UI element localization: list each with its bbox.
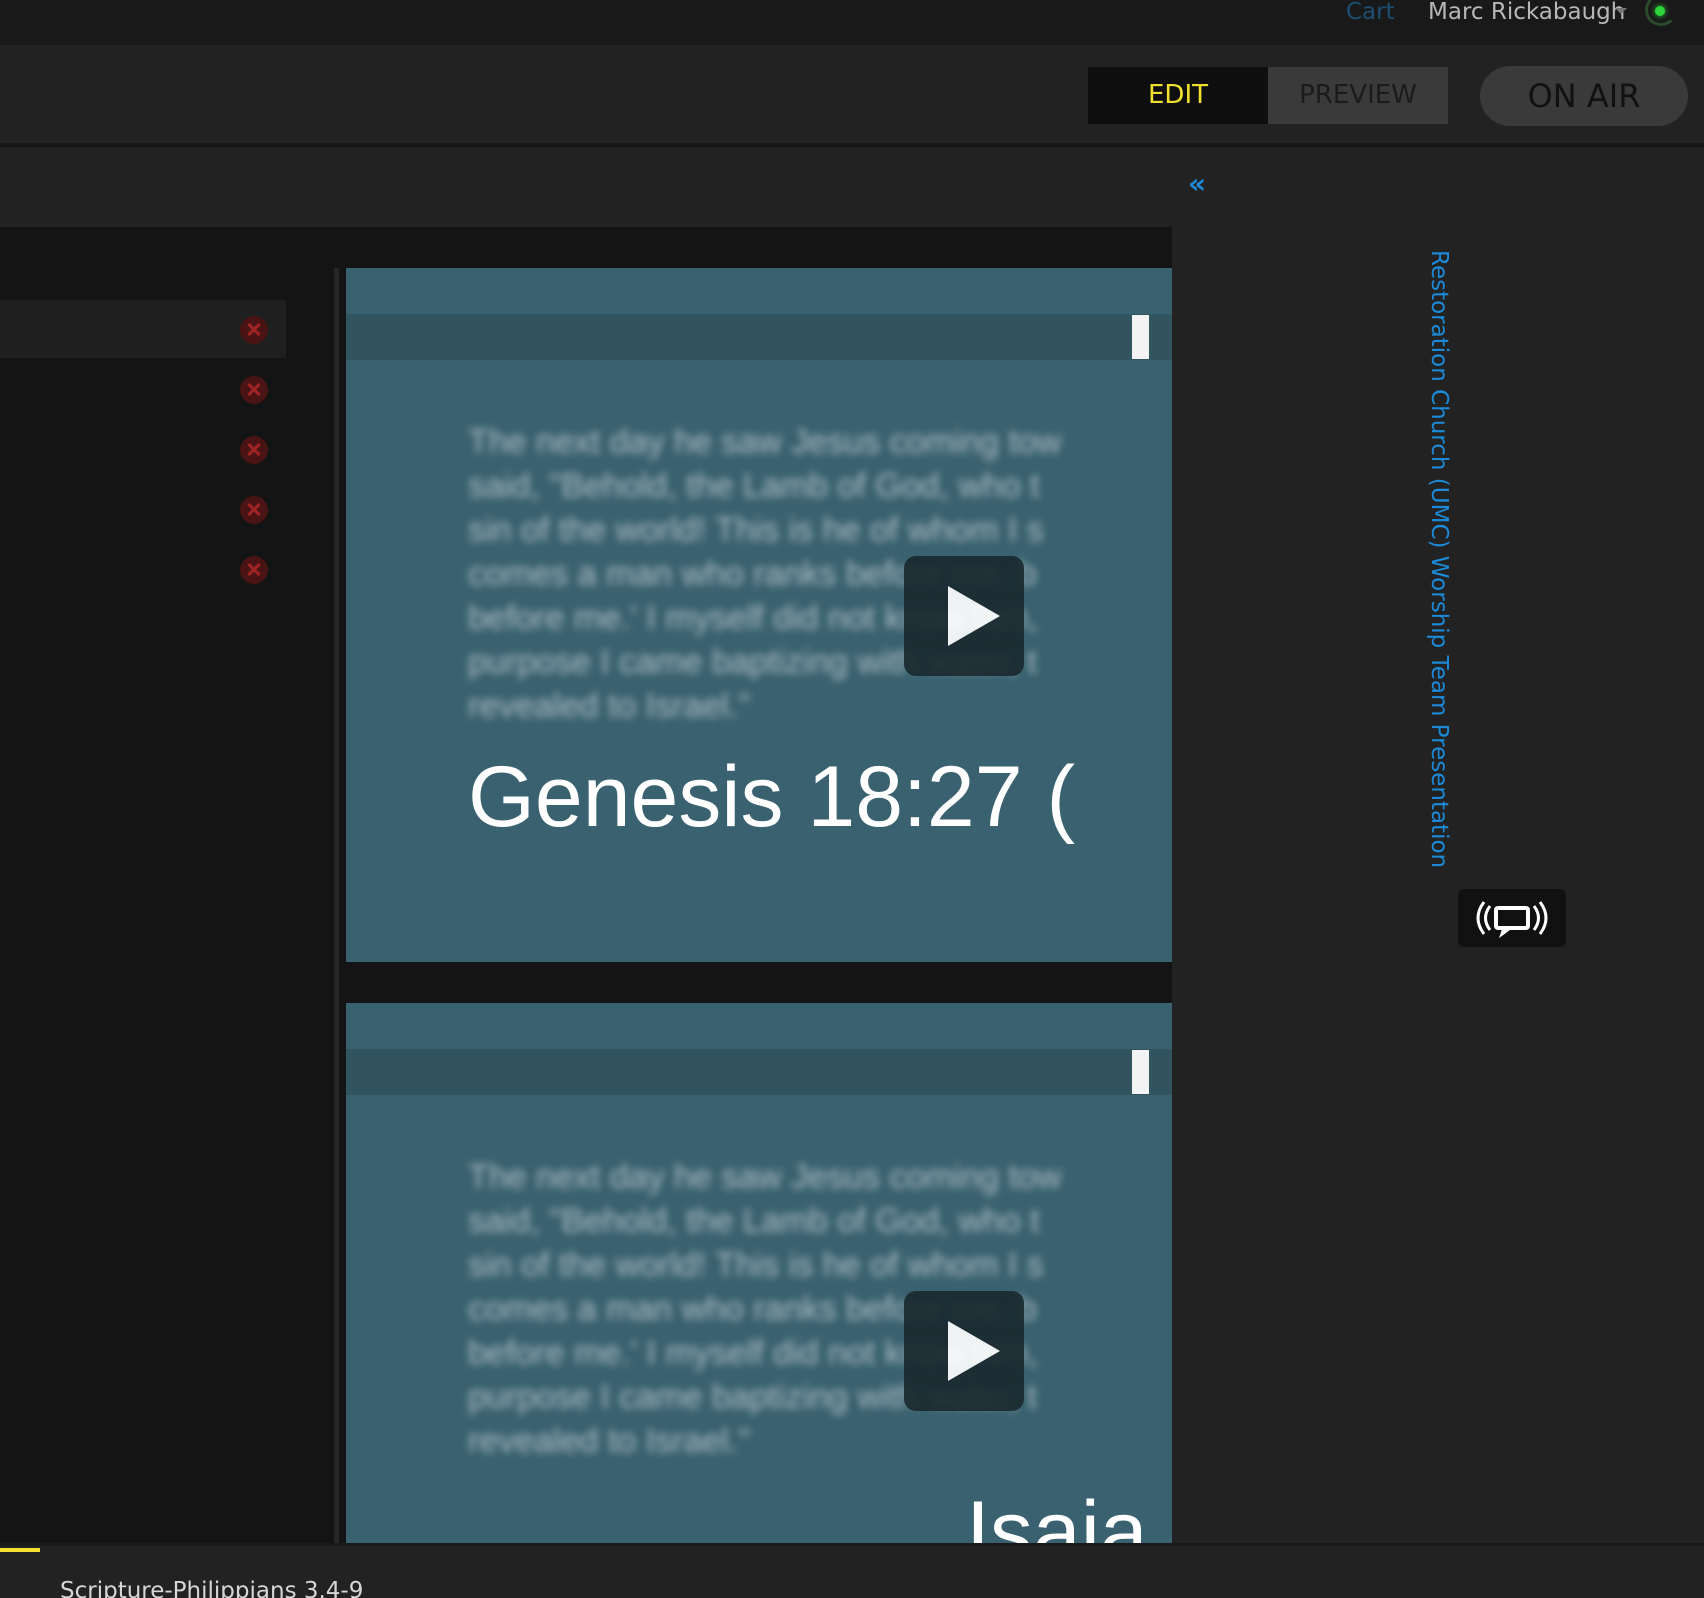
- item-list: [0, 300, 286, 600]
- list-item[interactable]: [0, 300, 286, 358]
- current-item-title: Scripture-Philippians 3.4-9: [60, 1578, 364, 1598]
- user-menu[interactable]: Marc Rickabaugh: [1428, 0, 1625, 24]
- slide-body-text: The next day he saw Jesus coming tow sai…: [468, 1158, 1062, 1460]
- sub-toolbar: «: [0, 147, 1704, 227]
- top-bar: Cart Marc Rickabaugh: [0, 0, 1704, 45]
- preview-mode-button[interactable]: PREVIEW: [1268, 67, 1448, 124]
- list-item[interactable]: [0, 420, 286, 478]
- remove-item-icon[interactable]: [240, 316, 268, 344]
- chevron-down-icon[interactable]: [1615, 8, 1627, 14]
- slide-scripture-reference: Isaia: [966, 1484, 1148, 1543]
- on-air-button[interactable]: ON AIR: [1480, 66, 1688, 126]
- cart-link[interactable]: Cart: [1346, 0, 1395, 24]
- remove-item-icon[interactable]: [240, 556, 268, 584]
- presentation-title[interactable]: Restoration Church (UMC) Worship Team Pr…: [1426, 250, 1452, 868]
- slide-header-band: [346, 314, 1172, 360]
- collapse-panel-button[interactable]: «: [1188, 167, 1206, 200]
- connection-status-icon: [1645, 0, 1677, 30]
- slide-marker: [1132, 315, 1149, 359]
- list-item[interactable]: [0, 360, 286, 418]
- edit-mode-button[interactable]: EDIT: [1088, 67, 1268, 124]
- play-icon[interactable]: [904, 556, 1024, 676]
- progress-indicator: [0, 1548, 40, 1552]
- list-item[interactable]: [0, 480, 286, 538]
- broadcast-button[interactable]: [1458, 889, 1566, 947]
- slide-body-text: The next day he saw Jesus coming tow sai…: [468, 423, 1062, 725]
- remove-item-icon[interactable]: [240, 436, 268, 464]
- slide-marker: [1132, 1050, 1149, 1094]
- online-dot: [1655, 6, 1665, 16]
- list-item[interactable]: [0, 540, 286, 598]
- remove-item-icon[interactable]: [240, 376, 268, 404]
- slide-thumbnail[interactable]: The next day he saw Jesus coming tow sai…: [346, 1003, 1172, 1543]
- slide-header-band: [346, 1049, 1172, 1095]
- broadcast-icon: [1476, 901, 1548, 939]
- play-icon[interactable]: [904, 1291, 1024, 1411]
- column-divider[interactable]: [334, 268, 339, 1544]
- slide-scripture-reference: Genesis 18:27 (: [468, 749, 1076, 845]
- mode-bar: EDIT PREVIEW ON AIR: [0, 45, 1704, 145]
- mode-toggle: EDIT PREVIEW: [1088, 67, 1448, 124]
- slide-thumbnail[interactable]: The next day he saw Jesus coming tow sai…: [346, 268, 1172, 962]
- remove-item-icon[interactable]: [240, 496, 268, 524]
